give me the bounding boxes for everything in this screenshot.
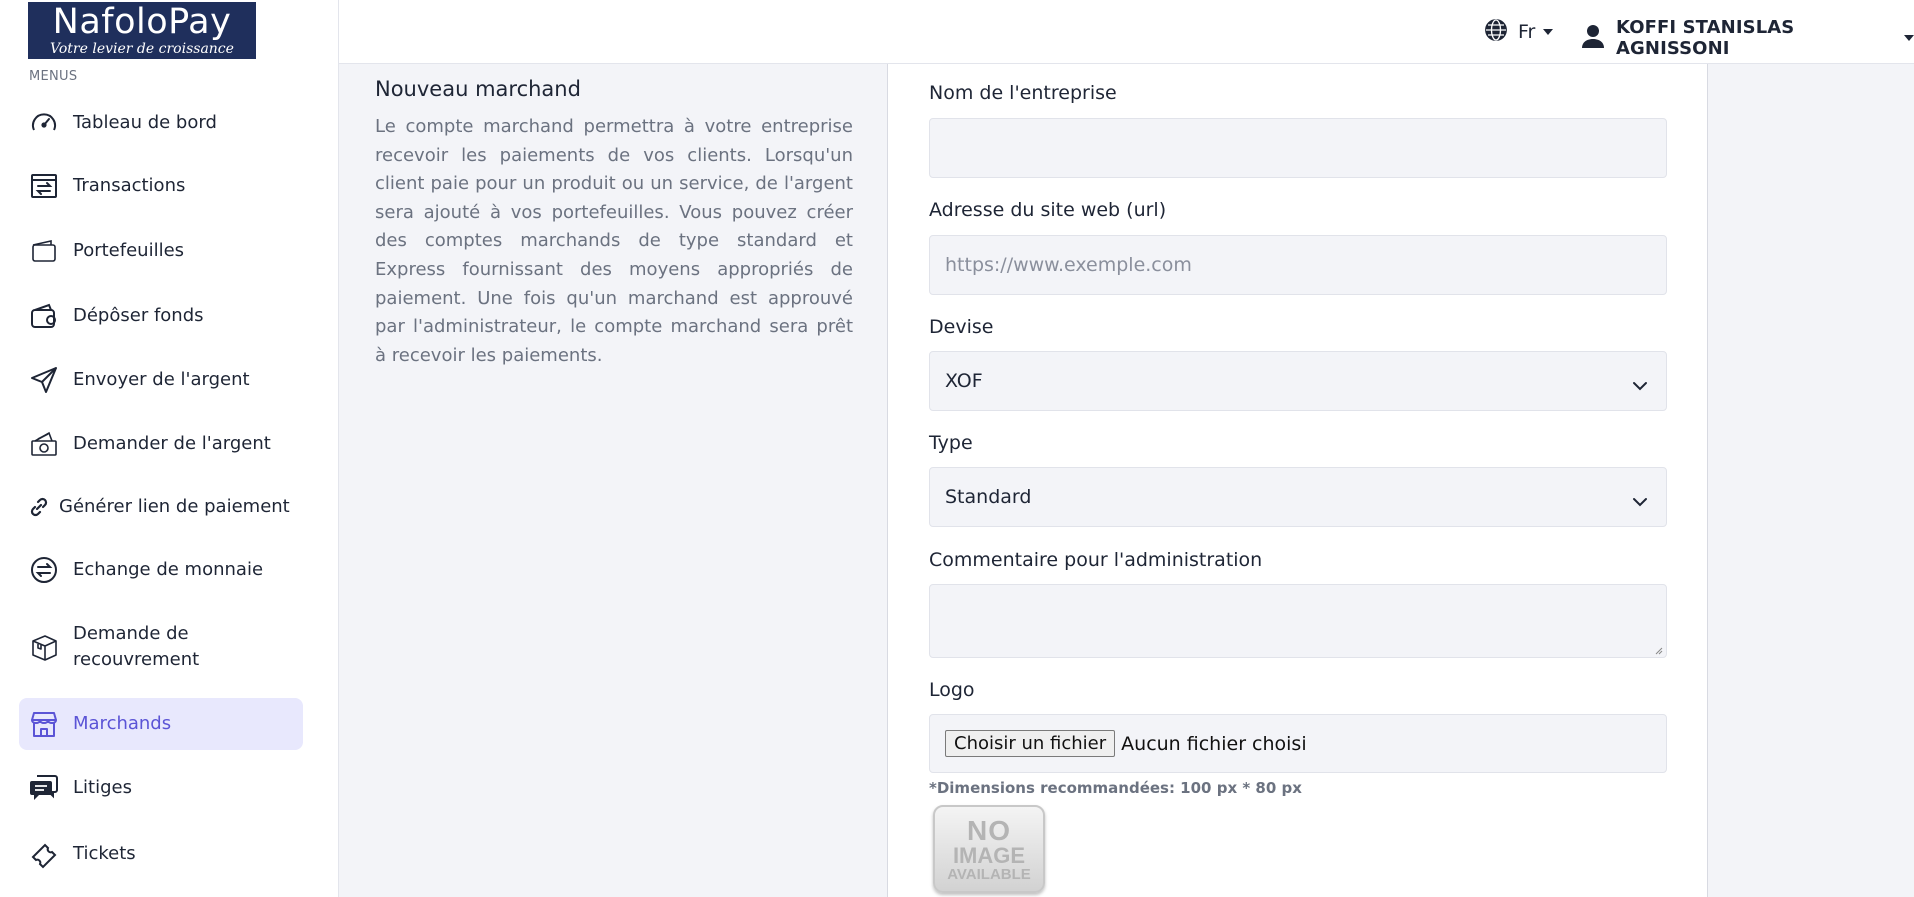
chevron-down-icon	[1543, 29, 1554, 35]
sidebar-item-deposer-fonds[interactable]: Dépôser fonds	[19, 299, 303, 333]
language-code: Fr	[1518, 21, 1536, 43]
no-image-text-line2: IMAGE	[952, 842, 1026, 868]
sidebar-item-label: Demande de recouvrement	[73, 623, 200, 670]
sidebar-item-label: Tickets	[73, 843, 136, 864]
company-name-label: Nom de l'entreprise	[929, 82, 1117, 104]
website-url-label: Adresse du site web (url)	[929, 199, 1167, 221]
sidebar-item-label: Echange de monnaie	[73, 559, 264, 580]
chevron-down-icon	[1632, 375, 1648, 397]
currency-select[interactable]: XOF	[929, 351, 1667, 411]
sidebar-item-tickets[interactable]: Tickets	[19, 837, 303, 871]
type-select[interactable]: Standard	[929, 467, 1667, 527]
resize-handle-icon[interactable]	[1655, 647, 1663, 655]
store-icon	[27, 707, 61, 741]
website-url-placeholder: https://www.exemple.com	[945, 254, 1192, 276]
sidebar-item-transactions[interactable]: Transactions	[19, 169, 303, 203]
chevron-down-icon	[1632, 491, 1648, 513]
sidebar-item-echange-monnaie[interactable]: Echange de monnaie	[19, 553, 303, 587]
dashboard-gauge-icon	[27, 106, 61, 140]
package-icon	[27, 630, 61, 664]
admin-comment-textarea[interactable]	[929, 584, 1667, 658]
sidebar-item-label: Litiges	[73, 777, 132, 798]
send-plane-icon	[27, 363, 61, 397]
link-icon	[29, 490, 49, 524]
brand-name: NafoloPay	[52, 2, 232, 42]
exchange-icon	[27, 553, 61, 587]
admin-comment-label: Commentaire pour l'administration	[929, 549, 1263, 571]
globe-icon	[1484, 18, 1508, 46]
sidebar-item-generer-lien[interactable]: Générer lien de paiement	[19, 494, 303, 520]
sidebar-item-label: Tableau de bord	[73, 112, 217, 133]
sidebar-item-label: Portefeuilles	[73, 240, 185, 261]
ticket-icon	[27, 837, 61, 871]
transactions-icon	[27, 169, 61, 203]
file-status-text: Aucun fichier choisi	[1121, 732, 1307, 755]
sidebar-item-label: Générer lien de paiement	[59, 496, 290, 517]
logo-file-input[interactable]: Choisir un fichier Aucun fichier choisi	[929, 714, 1667, 773]
chat-bubbles-icon	[27, 771, 61, 805]
choose-file-button[interactable]: Choisir un fichier	[945, 730, 1116, 757]
sidebar-item-demander-argent[interactable]: Demander de l'argent	[19, 427, 303, 461]
sidebar-item-label: Transactions	[73, 175, 186, 196]
sidebar-item-tableau-de-bord[interactable]: Tableau de bord	[19, 106, 303, 140]
sidebar-item-marchands[interactable]: Marchands	[19, 698, 303, 750]
sidebar-item-demande-recouvrement[interactable]: Demande de recouvrement	[19, 620, 303, 674]
sidebar-item-litiges[interactable]: Litiges	[19, 771, 303, 805]
intro-description: Le compte marchand permettra à votre ent…	[375, 116, 853, 366]
user-icon	[1582, 24, 1604, 52]
wallet-icon	[27, 234, 61, 268]
logo-preview-image: NO IMAGE AVAILABLE	[933, 805, 1045, 893]
no-image-text-line3: AVAILABLE	[947, 865, 1031, 883]
website-url-input[interactable]: https://www.exemple.com	[929, 235, 1667, 295]
user-name: KOFFI STANISLAS AGNISSONI	[1616, 17, 1795, 59]
no-image-text-line1: NO	[967, 814, 1011, 846]
type-selected-value: Standard	[945, 486, 1032, 508]
brand-tagline: Votre levier de croissance	[50, 41, 234, 57]
sidebar-item-label: Envoyer de l'argent	[73, 369, 250, 390]
type-label: Type	[929, 432, 973, 454]
sidebar-item-envoyer-argent[interactable]: Envoyer de l'argent	[19, 363, 303, 397]
sidebar: NafoloPay Votre levier de croissance MEN…	[0, 0, 339, 897]
deposit-wallet-icon	[27, 299, 61, 333]
sidebar-item-portefeuilles[interactable]: Portefeuilles	[19, 234, 303, 268]
request-money-icon	[27, 427, 61, 461]
company-name-input[interactable]	[929, 118, 1667, 178]
user-menu[interactable]: KOFFI STANISLAS AGNISSONI	[1582, 17, 1914, 59]
logo-label: Logo	[929, 679, 975, 701]
currency-label: Devise	[929, 316, 994, 338]
sidebar-item-label: Dépôser fonds	[73, 305, 204, 326]
language-selector[interactable]: Fr	[1484, 18, 1554, 46]
brand-logo[interactable]: NafoloPay Votre levier de croissance	[28, 2, 256, 59]
logo-dimension-hint: *Dimensions recommandées: 100 px * 80 px	[929, 779, 1302, 797]
sidebar-item-label: Marchands	[73, 713, 172, 734]
chevron-down-icon	[1904, 35, 1914, 41]
currency-selected-value: XOF	[945, 370, 983, 392]
page-title: Nouveau marchand	[375, 77, 581, 101]
menus-section-label: MENUS	[29, 69, 78, 84]
sidebar-item-label: Demander de l'argent	[73, 433, 271, 454]
